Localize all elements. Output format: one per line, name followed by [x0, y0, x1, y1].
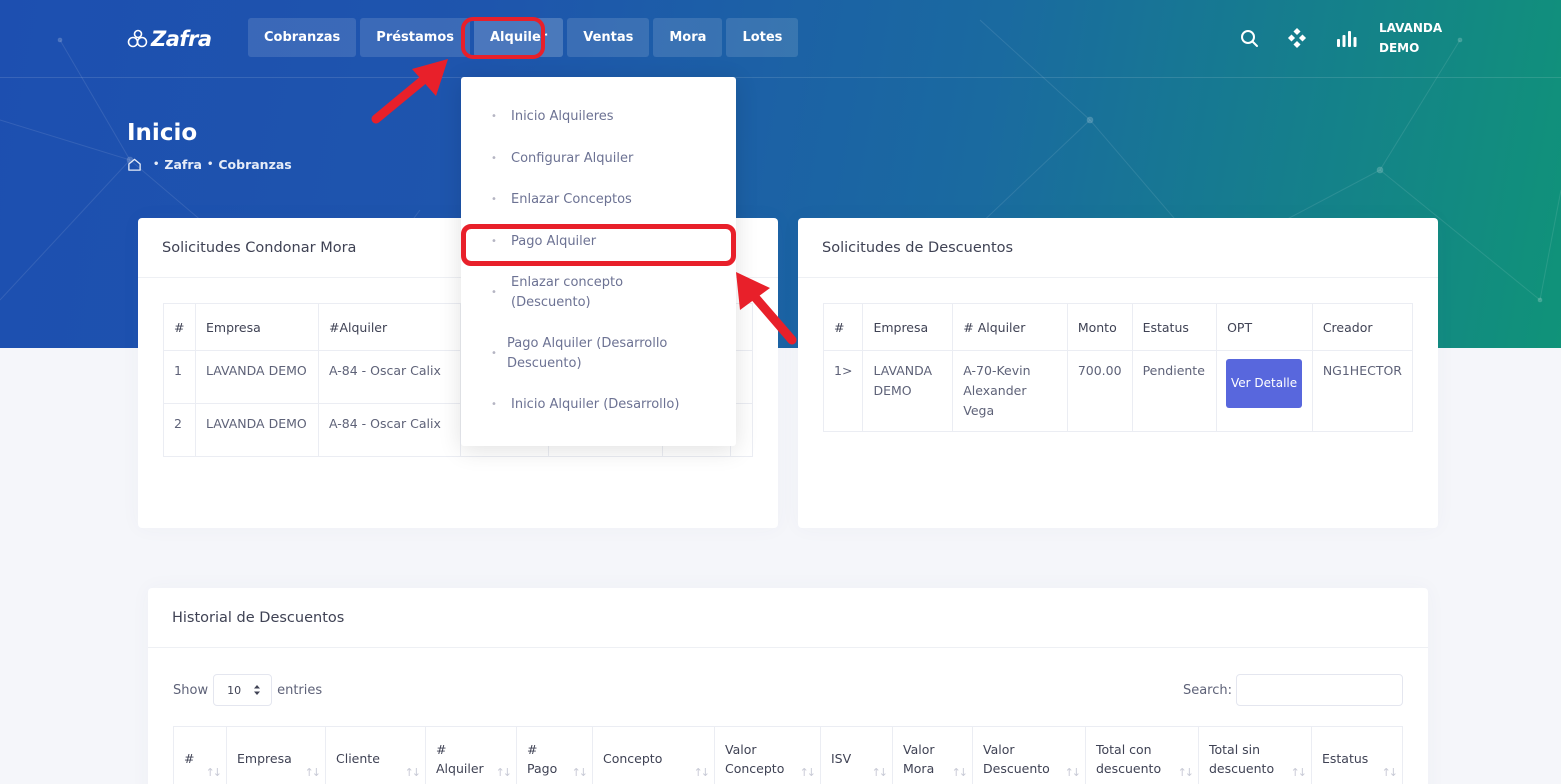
descuentos-table: # Empresa # Alquiler Monto Estatus OPT C…	[822, 303, 1414, 432]
sort-icon[interactable]: ↑↓	[405, 763, 422, 782]
historial-card: Historial de Descuentos Show 10 entries …	[148, 588, 1428, 784]
search-icon[interactable]	[1238, 27, 1260, 49]
column-header[interactable]: Concepto ↑↓	[592, 726, 715, 784]
column-header[interactable]: Valor Concepto ↑↓	[714, 726, 821, 784]
sort-icon[interactable]: ↑↓	[800, 763, 817, 782]
sort-icon[interactable]: ↑↓	[206, 763, 223, 782]
historial-table: # ↑↓ Empresa ↑↓ Cliente ↑↓ # Alquiler ↑↓ # P…	[173, 726, 1403, 784]
column-header: #Alquiler	[318, 303, 461, 351]
column-header[interactable]: Empresa ↑↓	[226, 726, 326, 784]
menu-item-enlazar-conceptos[interactable]: • Enlazar Conceptos	[491, 190, 632, 210]
column-header[interactable]: Cliente ↑↓	[325, 726, 426, 784]
sort-icon[interactable]: ↑↓	[1291, 763, 1308, 782]
sort-icon[interactable]: ↑↓	[872, 763, 889, 782]
brand-logo[interactable]: Zafra	[127, 25, 212, 53]
apps-icon[interactable]	[1286, 27, 1308, 49]
entries-select[interactable]: 10	[213, 674, 273, 706]
alquiler-dropdown-menu: • Inicio Alquileres • Configurar Alquiler …	[461, 77, 736, 446]
column-header: Empresa	[195, 303, 319, 351]
select-arrows-icon	[254, 685, 261, 695]
column-header[interactable]: ISV ↑↓	[820, 726, 893, 784]
column-header: Estatus	[1131, 303, 1218, 351]
nav-item-alquiler[interactable]: Alquiler	[474, 18, 564, 57]
nav-item-prestamos[interactable]: Préstamos	[360, 18, 470, 57]
sort-icon[interactable]: ↑↓	[952, 763, 969, 782]
top-navbar: Zafra Cobranzas Préstamos Alquiler Venta…	[0, 0, 1561, 78]
menu-item-pago-alquiler-desarrollo-descuento[interactable]: • Pago Alquiler (Desarrollo Descuento)	[491, 334, 691, 374]
column-header[interactable]: # Alquiler ↑↓	[425, 726, 517, 784]
breadcrumb-item-cobranzas[interactable]: Cobranzas	[218, 157, 291, 172]
sort-icon[interactable]: ↑↓	[694, 763, 711, 782]
column-header[interactable]: Valor Descuento ↑↓	[972, 726, 1086, 784]
brand-name: Zafra	[151, 27, 212, 51]
user-name-line2: DEMO	[1379, 41, 1420, 55]
column-header: OPT	[1216, 303, 1313, 351]
menu-item-configurar-alquiler[interactable]: • Configurar Alquiler	[491, 149, 633, 169]
column-header[interactable]: # Pago ↑↓	[516, 726, 593, 784]
row-empresa: LAVANDA DEMO	[195, 403, 319, 457]
ver-detalle-button[interactable]: Ver Detalle	[1226, 359, 1303, 408]
sort-icon[interactable]: ↑↓	[305, 763, 322, 782]
column-header[interactable]: Total sin descuento ↑↓	[1198, 726, 1312, 784]
row-number[interactable]: 1>	[822, 350, 864, 432]
show-label: Show	[173, 682, 209, 698]
column-header[interactable]: Total con descuento ↑↓	[1085, 726, 1199, 784]
breadcrumb: • Zafra • Cobranzas	[127, 157, 292, 172]
search-input[interactable]	[1236, 674, 1403, 706]
column-header: Monto	[1066, 303, 1133, 351]
row-empresa: LAVANDA DEMO	[195, 350, 319, 404]
breadcrumb-separator: •	[206, 159, 214, 170]
row-empresa: LAVANDA DEMO	[862, 350, 954, 432]
row-alquiler: A-70-Kevin Alexander Vega	[952, 350, 1068, 432]
column-header[interactable]: # ↑↓	[173, 726, 227, 784]
row-alquiler: A-84 - Oscar Calix	[318, 403, 461, 457]
column-header[interactable]: Valor Mora ↑↓	[892, 726, 973, 784]
breadcrumb-item-zafra[interactable]: Zafra	[164, 157, 202, 172]
user-menu[interactable]: LAVANDA DEMO	[1379, 18, 1459, 58]
column-header[interactable]: Estatus ↑↓	[1311, 726, 1403, 784]
column-header: #	[822, 303, 864, 351]
entries-select-value: 10	[227, 683, 242, 697]
sort-icon[interactable]: ↑↓	[496, 763, 513, 782]
sort-icon[interactable]: ↑↓	[572, 763, 589, 782]
historial-title: Historial de Descuentos	[148, 588, 1428, 648]
column-header: Creador	[1311, 303, 1414, 351]
descuentos-card: Solicitudes de Descuentos # Empresa # Al…	[798, 218, 1438, 528]
row-estatus: Pendiente	[1131, 350, 1218, 432]
descuentos-title: Solicitudes de Descuentos	[798, 218, 1438, 278]
row-creador: NG1HECTOR	[1311, 350, 1414, 432]
entries-label: entries	[277, 682, 323, 698]
row-alquiler: A-84 - Oscar Calix	[318, 350, 461, 404]
sort-icon[interactable]: ↑↓	[1382, 763, 1399, 782]
entries-length-control: Show 10 entries	[173, 674, 322, 706]
breadcrumb-separator: •	[153, 159, 160, 170]
column-header: Empresa	[862, 303, 954, 351]
user-name-line1: LAVANDA	[1379, 21, 1443, 35]
menu-item-inicio-alquiler-desarrollo[interactable]: • Inicio Alquiler (Desarrollo)	[491, 395, 679, 415]
sort-icon[interactable]: ↑↓	[1178, 763, 1195, 782]
column-header: #	[163, 303, 196, 351]
row-number: 2	[163, 403, 196, 457]
search-label: Search:	[1182, 682, 1232, 698]
main-nav: Cobranzas Préstamos Alquiler Ventas Mora…	[248, 18, 802, 57]
nav-item-lotes[interactable]: Lotes	[726, 18, 799, 57]
page-title: Inicio	[127, 120, 198, 146]
menu-item-inicio-alquileres[interactable]: • Inicio Alquileres	[491, 107, 614, 127]
stats-icon[interactable]	[1335, 27, 1357, 49]
nav-item-ventas[interactable]: Ventas	[567, 18, 650, 57]
row-monto: 700.00	[1066, 350, 1133, 432]
logo-icon	[127, 29, 148, 48]
row-number: 1	[163, 350, 196, 404]
table-search: Search:	[1183, 674, 1403, 706]
table-row: 1> LAVANDA DEMO A-70-Kevin Alexander Veg…	[822, 350, 1414, 432]
nav-item-mora[interactable]: Mora	[653, 18, 723, 57]
menu-item-pago-alquiler[interactable]: • Pago Alquiler	[491, 232, 596, 252]
nav-item-cobranzas[interactable]: Cobranzas	[248, 18, 357, 57]
column-header: # Alquiler	[952, 303, 1068, 351]
sort-icon[interactable]: ↑↓	[1065, 763, 1082, 782]
menu-item-enlazar-concepto-descuento[interactable]: • Enlazar concepto (Descuento)	[491, 273, 681, 313]
home-icon[interactable]	[127, 157, 142, 172]
